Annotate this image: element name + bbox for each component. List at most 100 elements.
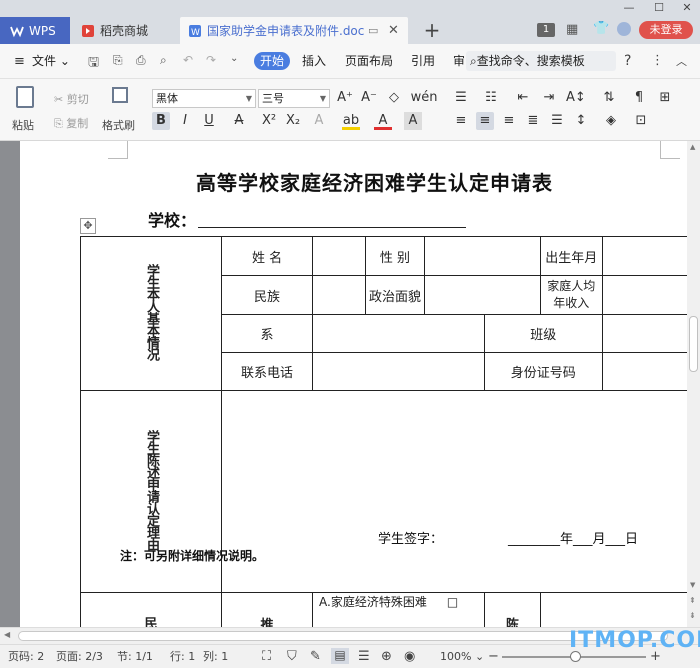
- cell-dept-value[interactable]: [312, 314, 485, 353]
- page-view-icon[interactable]: ▤: [331, 648, 349, 664]
- cell-ethnic-value[interactable]: [312, 275, 367, 315]
- cell-class-value[interactable]: [601, 314, 691, 353]
- status-page-number[interactable]: 页码: 2: [8, 650, 44, 664]
- next-page-icon[interactable]: ⇟: [689, 611, 696, 620]
- char-shading-icon[interactable]: A: [404, 112, 422, 130]
- prev-page-icon[interactable]: ⇞: [689, 596, 696, 605]
- more-quick-icon[interactable]: ⌄: [230, 53, 238, 64]
- shading-icon[interactable]: ◈: [602, 112, 620, 130]
- menu-review[interactable]: 审: [453, 53, 465, 69]
- minimize-button[interactable]: —: [614, 0, 644, 16]
- text-effect-icon[interactable]: A: [310, 112, 328, 130]
- subscript-button[interactable]: X₂: [284, 112, 302, 130]
- show-marks-icon[interactable]: ¶: [630, 89, 648, 107]
- new-tab-button[interactable]: +: [422, 20, 442, 40]
- align-left-icon[interactable]: ≡: [452, 112, 470, 130]
- superscript-button[interactable]: X²: [260, 112, 278, 130]
- vertical-scroll-thumb[interactable]: [689, 316, 698, 372]
- grow-font-icon[interactable]: A⁺: [336, 89, 354, 107]
- undo-icon[interactable]: ↶: [183, 53, 193, 67]
- clear-format-icon[interactable]: ◇: [385, 89, 403, 107]
- format-painter-button[interactable]: 格式刷: [100, 83, 140, 133]
- menu-insert[interactable]: 插入: [302, 53, 326, 69]
- highlight-icon[interactable]: ab: [342, 112, 360, 130]
- login-button[interactable]: 未登录: [639, 21, 693, 39]
- zoom-level[interactable]: 100% ⌄: [440, 650, 484, 664]
- close-window-button[interactable]: ✕: [672, 0, 700, 16]
- scroll-left-icon[interactable]: ◀: [4, 630, 10, 639]
- increase-indent-icon[interactable]: ⇥: [540, 89, 558, 107]
- user-avatar-icon[interactable]: [617, 22, 631, 36]
- option-a-checkbox[interactable]: □: [447, 595, 458, 609]
- font-size-select[interactable]: 三号 ▼: [258, 89, 330, 108]
- table-icon[interactable]: ⊞: [656, 89, 674, 107]
- tab-close-icon[interactable]: ✕: [388, 23, 399, 38]
- text-direction-icon[interactable]: A↕: [566, 89, 586, 107]
- menu-start[interactable]: 开始: [254, 52, 291, 70]
- more-menu-icon[interactable]: ⋮: [651, 53, 664, 68]
- cell-name-value[interactable]: [312, 236, 367, 276]
- outline-view-icon[interactable]: ☰: [358, 650, 370, 664]
- copy-button[interactable]: ⎘ 复制: [54, 115, 88, 131]
- italic-button[interactable]: I: [176, 112, 194, 130]
- print-icon[interactable]: ⎙: [136, 53, 146, 68]
- align-right-icon[interactable]: ≡: [500, 112, 518, 130]
- web-view-icon[interactable]: ⊕: [381, 650, 392, 664]
- line-spacing-icon[interactable]: ↕: [572, 112, 590, 130]
- hamburger-icon[interactable]: ≡: [14, 54, 25, 69]
- cell-reason-content[interactable]: [221, 390, 690, 593]
- tab-restore-icon[interactable]: ▭: [368, 24, 378, 37]
- justify-icon[interactable]: ≣: [524, 112, 542, 130]
- skin-icon[interactable]: 👕: [593, 21, 609, 36]
- paste-button[interactable]: 粘贴: [10, 83, 42, 133]
- option-a-cell[interactable]: A.家庭经济特殊困难 □: [312, 592, 485, 627]
- export-icon[interactable]: ⎘: [113, 53, 123, 68]
- vertical-scrollbar[interactable]: ▲ ▼ ⇞ ⇟: [687, 141, 700, 627]
- menu-reference[interactable]: 引用: [411, 53, 435, 69]
- bold-button[interactable]: B: [152, 112, 170, 130]
- preview-icon[interactable]: ⌕: [160, 53, 167, 68]
- table-move-handle-icon[interactable]: ✥: [80, 218, 96, 234]
- align-center-icon[interactable]: ≡: [476, 112, 494, 130]
- cell-birth-value[interactable]: [601, 236, 691, 276]
- menu-file[interactable]: 文件 ⌄: [32, 53, 70, 69]
- status-section[interactable]: 节: 1/1: [117, 650, 153, 664]
- protect-icon[interactable]: ⛉: [287, 650, 297, 664]
- cut-button[interactable]: ✂ 剪切: [54, 91, 89, 107]
- sort-icon[interactable]: ⇅: [600, 89, 618, 107]
- tab-wps-home[interactable]: WPS: [0, 17, 70, 44]
- cell-idcard-value[interactable]: [601, 352, 691, 391]
- scroll-down-icon[interactable]: ▼: [690, 581, 695, 589]
- cell-phone-value[interactable]: [312, 352, 485, 391]
- grid-view-icon[interactable]: ▦: [566, 22, 578, 37]
- status-column[interactable]: 列: 1: [203, 650, 228, 664]
- borders-icon[interactable]: ⊡: [632, 112, 650, 130]
- cell-income-value[interactable]: [601, 275, 691, 315]
- reading-view-icon[interactable]: ◉: [404, 650, 415, 664]
- status-row[interactable]: 行: 1: [170, 650, 195, 664]
- phonetic-icon[interactable]: wén: [410, 89, 438, 107]
- partial-right-value[interactable]: [539, 592, 691, 627]
- zoom-out-icon[interactable]: −: [488, 650, 499, 664]
- scroll-up-icon[interactable]: ▲: [690, 143, 695, 151]
- menu-page-layout[interactable]: 页面布局: [345, 53, 393, 69]
- edit-mode-icon[interactable]: ✎: [310, 650, 321, 664]
- save-icon[interactable]: 🖫: [88, 53, 99, 75]
- underline-button[interactable]: U: [200, 112, 218, 130]
- distributed-icon[interactable]: ☰: [548, 112, 566, 130]
- tab-document[interactable]: W 国家助学金申请表及附件.doc ▭ ✕: [180, 17, 408, 44]
- window-count-badge[interactable]: 1: [537, 23, 555, 37]
- strikethrough-button[interactable]: A: [230, 112, 248, 130]
- command-search-box[interactable]: ⌕查找命令、搜索模板: [466, 51, 616, 71]
- redo-icon[interactable]: ↷: [206, 53, 216, 67]
- document-canvas[interactable]: 高等学校家庭经济困难学生认定申请表 学校： ✥ 学生本人基本情况 姓 名 性 别…: [0, 141, 700, 627]
- font-family-select[interactable]: 黑体 ▼: [152, 89, 256, 108]
- help-icon[interactable]: ?: [624, 53, 631, 69]
- collapse-ribbon-icon[interactable]: ︿: [676, 53, 687, 69]
- bullet-list-icon[interactable]: ☰: [452, 89, 470, 107]
- document-page[interactable]: 高等学校家庭经济困难学生认定申请表 学校： ✥ 学生本人基本情况 姓 名 性 别…: [20, 141, 691, 627]
- status-pages[interactable]: 页面: 2/3: [56, 650, 103, 664]
- cell-politics-value[interactable]: [423, 275, 541, 315]
- fullscreen-icon[interactable]: ⛶: [262, 650, 271, 664]
- number-list-icon[interactable]: ☷: [482, 89, 500, 107]
